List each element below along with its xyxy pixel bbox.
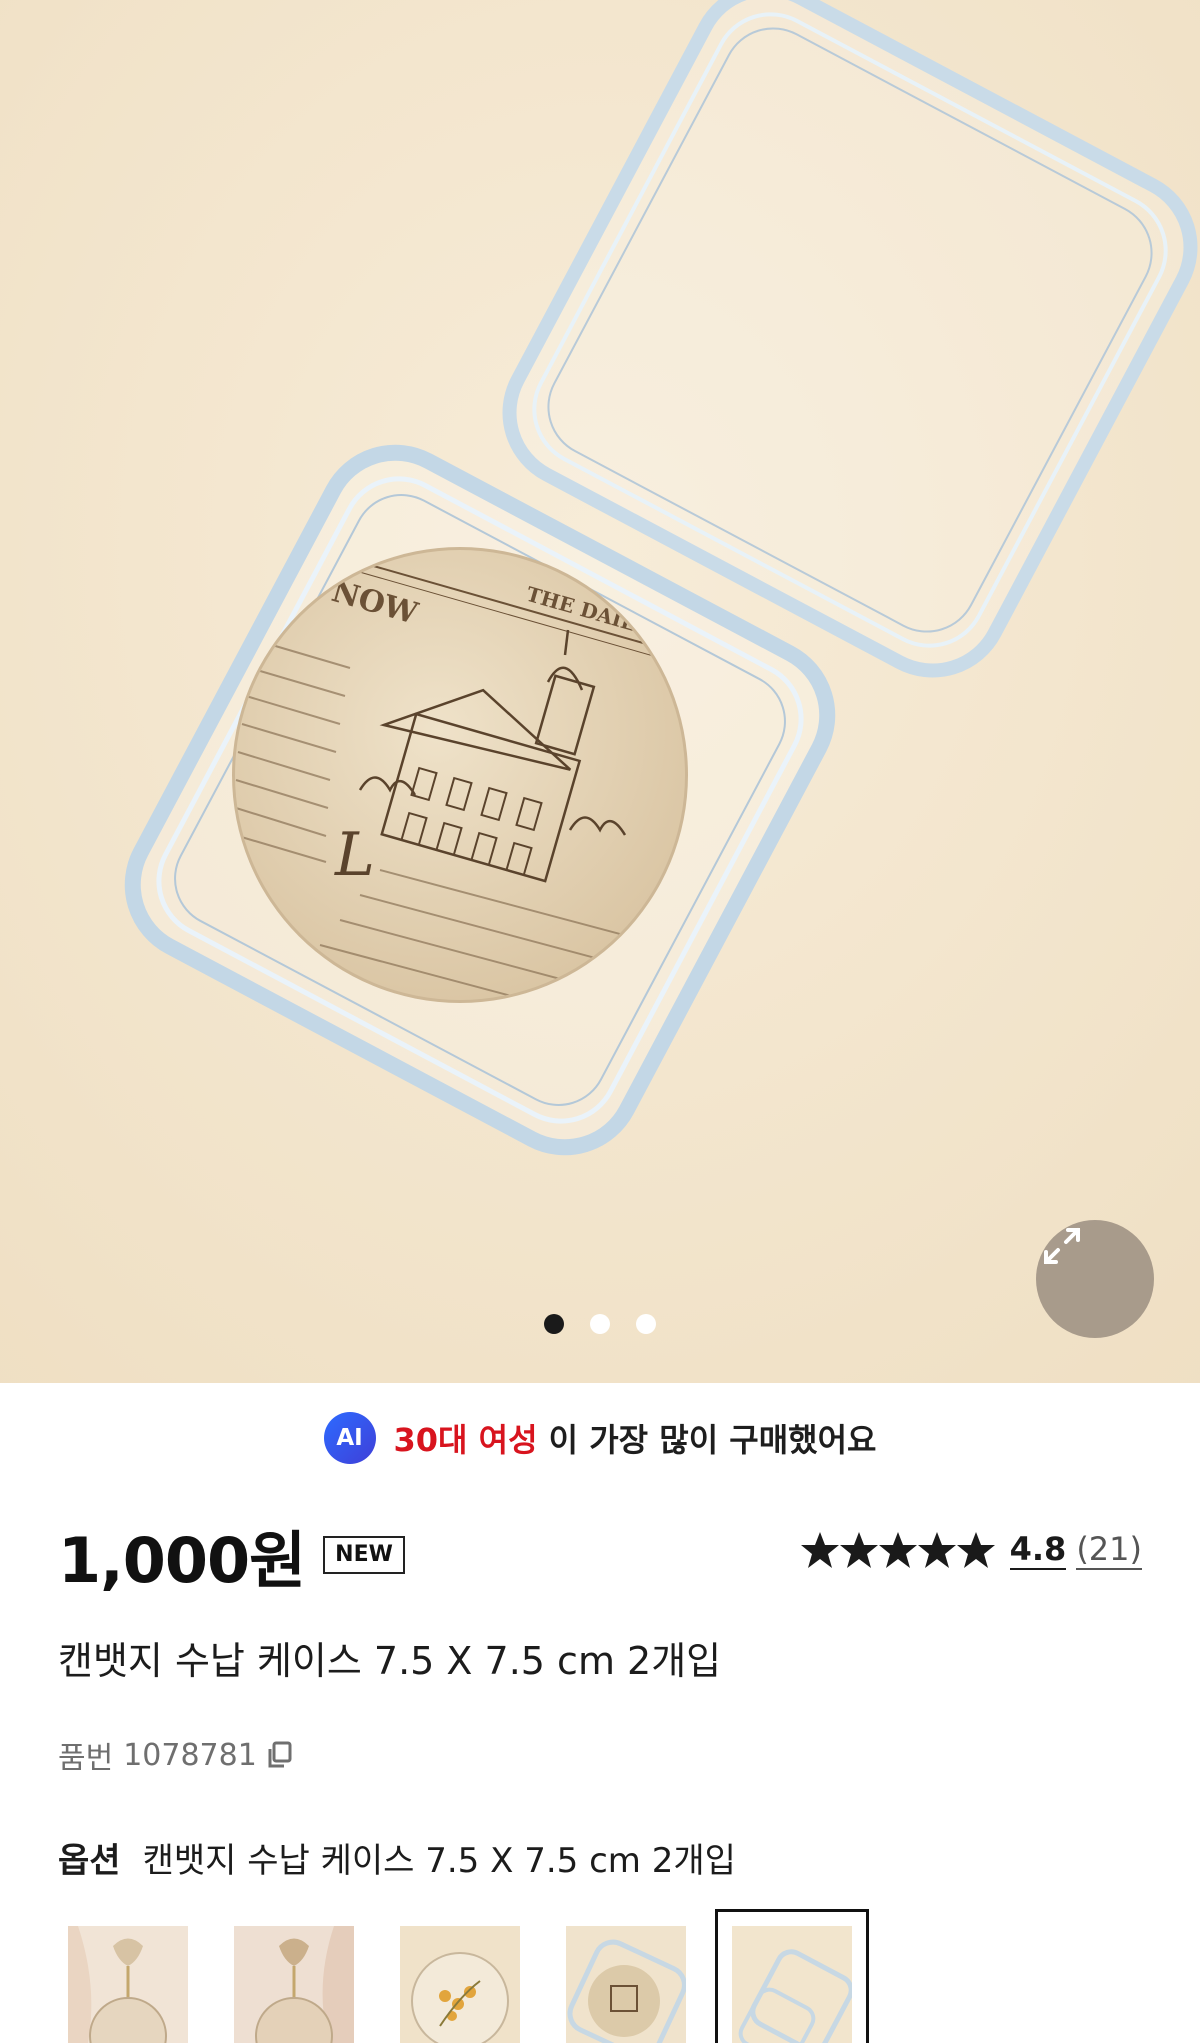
ai-banner-text: 30대 여성 이 가장 많이 구매했어요 xyxy=(394,1415,877,1461)
rating-summary[interactable]: 4.8 (21) xyxy=(800,1530,1142,1570)
svg-text:L: L xyxy=(334,820,375,890)
review-count[interactable]: (21) xyxy=(1076,1530,1142,1570)
gallery-dot[interactable] xyxy=(636,1314,656,1334)
gallery-dot[interactable] xyxy=(590,1314,610,1334)
ai-badge-icon: AI xyxy=(323,1412,376,1464)
option-thumbnail[interactable] xyxy=(68,1926,188,2043)
new-badge: NEW xyxy=(323,1536,405,1574)
price-row: 1,000원 NEW xyxy=(58,1510,405,1600)
sku-label: 품번 xyxy=(58,1741,114,1776)
option-thumbnail[interactable] xyxy=(400,1926,520,2043)
option-thumbnail-selected[interactable] xyxy=(715,1909,869,2043)
product-photo: NOW THE DAILY NEWS PA xyxy=(0,0,1200,1383)
rating-stars xyxy=(800,1530,1000,1570)
option-thumbnail[interactable] xyxy=(566,1926,686,2043)
gallery-pagination xyxy=(0,1314,1200,1334)
option-thumbnails xyxy=(68,1909,869,2043)
option-row[interactable]: 옵션 캔뱃지 수납 케이스 7.5 X 7.5 cm 2개입 xyxy=(58,1833,736,1882)
product-sku: 품번 1078781 xyxy=(58,1733,293,1777)
ai-banner-message: 이 가장 많이 구매했어요 xyxy=(537,1421,877,1459)
product-image-gallery[interactable]: NOW THE DAILY NEWS PA xyxy=(0,0,1200,1383)
sku-number: 1078781 xyxy=(123,1737,257,1773)
expand-arrows-icon xyxy=(1044,1228,1080,1264)
copy-icon[interactable] xyxy=(267,1741,293,1769)
product-price: 1,000원 xyxy=(58,1524,306,1597)
ai-banner-highlight: 30대 여성 xyxy=(393,1421,538,1459)
ai-recommendation-banner: AI 30대 여성 이 가장 많이 구매했어요 xyxy=(0,1412,1200,1464)
star-icon xyxy=(800,1532,995,1568)
option-label: 옵션 xyxy=(58,1841,121,1881)
product-title: 캔뱃지 수납 케이스 7.5 X 7.5 cm 2개입 xyxy=(58,1639,722,1683)
option-thumbnail[interactable] xyxy=(234,1926,354,2043)
rating-value[interactable]: 4.8 xyxy=(1009,1530,1067,1570)
option-value: 캔뱃지 수납 케이스 7.5 X 7.5 cm 2개입 xyxy=(142,1841,736,1881)
gallery-dot[interactable] xyxy=(544,1314,564,1334)
